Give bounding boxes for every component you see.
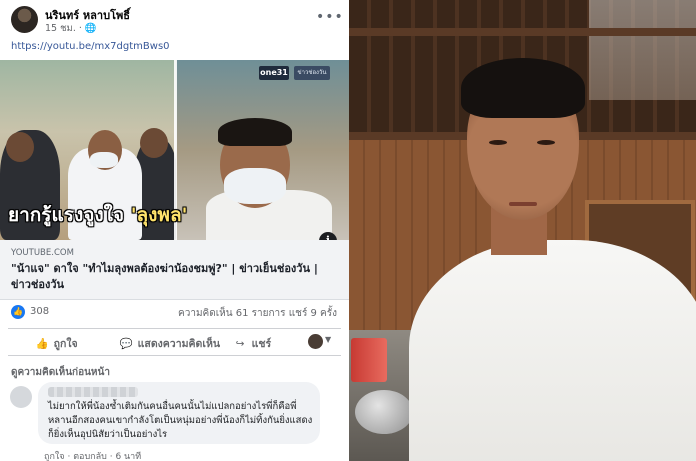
comment-reply-link[interactable]: ตอบกลับ xyxy=(73,452,107,461)
photo-mouth xyxy=(509,202,537,206)
officer-right-head xyxy=(140,128,168,158)
link-title: "น้าแจ" ดาใจ "ทำไมลุงพลต้องฆ่าน้องชมพู่?… xyxy=(11,262,318,291)
more-horizontal-icon[interactable]: ••• xyxy=(316,9,344,25)
post-stats: 👍 308 ความคิดเห็น 61 รายการ แชร์ 9 ครั้ง xyxy=(0,302,349,322)
portrait-hair xyxy=(218,118,292,146)
post-header: นรินทร์ หลาบโพธิ์ 15 ชม. · 🌐 ••• xyxy=(0,0,349,38)
photo-right-eye xyxy=(537,140,555,145)
post-actions: 👍 ถูกใจ 💬 แสดงความคิดเห็น ↪ แชร์ ▼ xyxy=(8,328,341,356)
link-domain: YOUTUBE.COM xyxy=(11,248,74,258)
comment-label: แสดงความคิดเห็น xyxy=(137,338,221,350)
viewer-avatar[interactable] xyxy=(308,334,323,349)
photo-white-shirt xyxy=(409,240,696,461)
channel-logo: one31 xyxy=(259,66,289,80)
caption-prefix: ยากรู้แรงจูงใจ xyxy=(8,204,131,226)
comments-shares-count[interactable]: ความคิดเห็น 61 รายการ แชร์ 9 ครั้ง xyxy=(178,306,337,321)
share-button[interactable]: ↪ แชร์ xyxy=(232,335,272,352)
post-link[interactable]: https://youtu.be/mx7dgtmBws0 xyxy=(11,41,170,52)
commenter-name-blurred[interactable] xyxy=(48,387,138,397)
caption-highlight: 'ลุงพล' xyxy=(130,204,188,226)
author-avatar[interactable] xyxy=(11,6,38,33)
preview-caption: ยากรู้แรงจูงใจ 'ลุงพล' xyxy=(8,200,328,230)
link-preview-image[interactable]: one31 ข่าวช่องวัน ยากรู้แรงจูงใจ 'ลุงพล' xyxy=(0,60,349,240)
comment-item: ไม่ยากให้พี่น้องซ้ำเติมกันคนอื่นคนนั้นไม… xyxy=(8,382,320,446)
like-button[interactable]: 👍 ถูกใจ xyxy=(34,335,78,352)
thumbs-up-icon[interactable]: 👍 xyxy=(11,305,25,319)
post-meta: 15 ชม. · 🌐 xyxy=(45,21,97,36)
photo-beam xyxy=(349,28,696,36)
globe-icon: 🌐 xyxy=(84,23,97,34)
post-time[interactable]: 15 ชม. xyxy=(45,23,76,34)
comment-text: ไม่ยากให้พี่น้องซ้ำเติมกันคนอื่นคนนั้นไม… xyxy=(48,401,313,440)
photo-sky-light xyxy=(589,0,696,100)
view-previous-comments[interactable]: ดูความคิดเห็นก่อนหน้า xyxy=(11,365,110,380)
comment-footer: ถูกใจ · ตอบกลับ · 6 นาที xyxy=(44,449,141,461)
suspect-mask xyxy=(90,152,118,168)
comment-like-link[interactable]: ถูกใจ xyxy=(44,452,65,461)
share-arrow-icon: ↪ xyxy=(235,338,245,350)
selfie-photo xyxy=(349,0,696,461)
like-label: ถูกใจ xyxy=(53,338,78,350)
photo-red-container xyxy=(351,338,387,382)
link-card[interactable]: YOUTUBE.COM "น้าแจ" ดาใจ "ทำไมลุงพลต้องฆ… xyxy=(0,240,349,300)
comment-bubble: ไม่ยากให้พี่น้องซ้ำเติมกันคนอื่นคนนั้นไม… xyxy=(38,382,320,444)
share-label: แชร์ xyxy=(251,338,272,350)
like-count[interactable]: 308 xyxy=(30,306,49,317)
comment-time[interactable]: 6 นาที xyxy=(115,452,141,461)
officer-left-head xyxy=(6,132,34,162)
chevron-down-icon[interactable]: ▼ xyxy=(325,335,331,344)
photo-hair xyxy=(461,58,585,118)
comment-bubble-icon: 💬 xyxy=(119,338,133,350)
comment-button[interactable]: 💬 แสดงความคิดเห็น xyxy=(118,335,220,352)
portrait-mask xyxy=(224,168,286,204)
photo-left-eye xyxy=(489,140,507,145)
commenter-avatar[interactable] xyxy=(10,386,32,408)
channel-tag: ข่าวช่องวัน xyxy=(294,66,330,80)
thumbs-up-outline-icon: 👍 xyxy=(35,338,49,350)
photo-silver-bowl xyxy=(355,390,413,434)
facebook-post: นรินทร์ หลาบโพธิ์ 15 ชม. · 🌐 ••• https:/… xyxy=(0,0,349,461)
